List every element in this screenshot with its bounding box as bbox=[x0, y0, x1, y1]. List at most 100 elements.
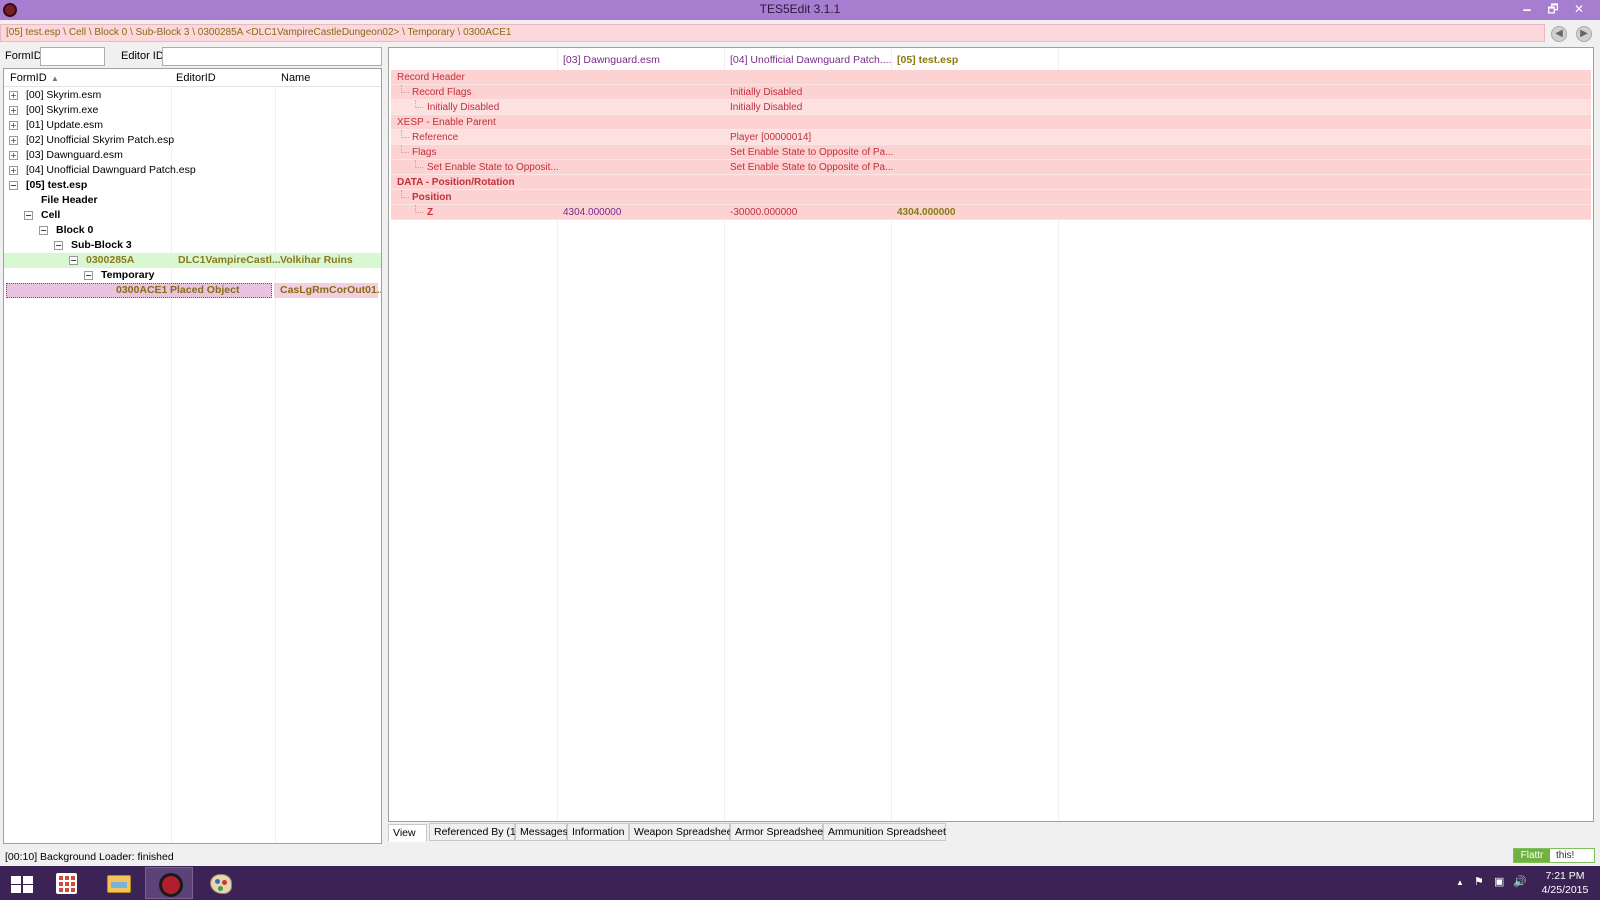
tree-row-editorid: DLC1VampireCastl... bbox=[178, 254, 281, 266]
tree-line bbox=[401, 85, 409, 93]
view-cell-value: 4304.000000 bbox=[897, 207, 956, 218]
taskbar-paint[interactable] bbox=[196, 867, 244, 899]
view-row-initially-disabled[interactable]: Initially Disabled Initially Disabled bbox=[391, 100, 1591, 115]
view-row-label: Set Enable State to Opposit... bbox=[427, 162, 559, 173]
taskbar-apps[interactable] bbox=[43, 867, 91, 899]
view-row-position-rotation[interactable]: DATA - Position/Rotation bbox=[391, 175, 1591, 190]
tree-line bbox=[415, 100, 423, 108]
collapse-icon[interactable]: − bbox=[24, 211, 33, 220]
system-clock[interactable]: 7:21 PM 4/25/2015 bbox=[1535, 869, 1595, 897]
collapse-icon[interactable]: − bbox=[69, 256, 78, 265]
view-row-flags[interactable]: Flags Set Enable State to Opposite of Pa… bbox=[391, 145, 1591, 160]
column-header-dawnguard[interactable]: [03] Dawnguard.esm bbox=[563, 54, 660, 66]
tree-line bbox=[401, 145, 409, 153]
view-row-set-enable-state[interactable]: Set Enable State to Opposit... Set Enabl… bbox=[391, 160, 1591, 175]
column-header-unofficial-dawnguard-patch[interactable]: [04] Unofficial Dawnguard Patch.... bbox=[730, 54, 891, 66]
taskbar: ▲ ⚑ ▣ 🔊 7:21 PM 4/25/2015 bbox=[0, 866, 1600, 900]
collapse-icon[interactable]: − bbox=[9, 181, 18, 190]
tes5edit-icon bbox=[159, 873, 183, 897]
show-hidden-icons-icon[interactable]: ▲ bbox=[1456, 878, 1464, 887]
tree-line bbox=[401, 130, 409, 138]
expand-icon[interactable]: + bbox=[9, 151, 18, 160]
tree-row-label: [01] Update.esm bbox=[26, 119, 104, 131]
tree-row-placed-object[interactable]: 0300ACE1 Placed Object CasLgRmCorOut01..… bbox=[4, 283, 381, 298]
tree-row-label: [04] Unofficial Dawnguard Patch.esp bbox=[26, 164, 196, 176]
view-cell-value: Set Enable State to Opposite of Pa... bbox=[730, 147, 894, 158]
title-bar: TES5Edit 3.1.1 🗕 🗗 ✕ bbox=[0, 0, 1600, 20]
tab-armor-spreadsheet[interactable]: Armor Spreadsheet bbox=[730, 823, 826, 841]
collapse-icon[interactable]: − bbox=[54, 241, 63, 250]
tab-view[interactable]: View bbox=[388, 824, 427, 842]
formid-input[interactable] bbox=[40, 47, 105, 66]
tree-row-label: [00] Skyrim.exe bbox=[26, 104, 99, 116]
view-row-label: XESP - Enable Parent bbox=[397, 117, 496, 128]
volume-icon[interactable]: 🔊 bbox=[1513, 875, 1527, 888]
close-button[interactable]: ✕ bbox=[1566, 0, 1592, 20]
view-row-z[interactable]: Z 4304.000000 -30000.000000 4304.000000 bbox=[391, 205, 1591, 220]
flattr-button[interactable]: Flattr this! bbox=[1513, 848, 1595, 863]
view-row-record-header[interactable]: Record Header bbox=[391, 70, 1591, 85]
editorid-input[interactable] bbox=[162, 47, 382, 66]
tree-row-temporary[interactable]: − Temporary bbox=[4, 268, 381, 283]
paint-palette-icon bbox=[210, 874, 232, 894]
collapse-icon[interactable]: − bbox=[39, 226, 48, 235]
tree-row-formid: 0300ACE1 bbox=[116, 284, 168, 296]
record-view[interactable]: [03] Dawnguard.esm [04] Unofficial Dawng… bbox=[388, 47, 1594, 822]
tree-row-dawnguard-esm[interactable]: + [03] Dawnguard.esm bbox=[4, 148, 381, 163]
tree-row-name: Volkihar Ruins bbox=[280, 254, 353, 266]
network-icon[interactable]: ▣ bbox=[1494, 875, 1504, 888]
tree-row-skyrim-esm[interactable]: + [00] Skyrim.esm bbox=[4, 88, 381, 103]
file-explorer-icon bbox=[107, 875, 131, 893]
taskbar-tes5edit[interactable] bbox=[145, 867, 193, 899]
record-tree[interactable]: FormID ▲ EditorID Name + [00] Skyrim.esm… bbox=[3, 68, 382, 844]
tree-row-label: Temporary bbox=[101, 269, 155, 281]
tree-row-file-header[interactable]: File Header bbox=[4, 193, 381, 208]
tree-row-test-esp[interactable]: − [05] test.esp bbox=[4, 178, 381, 193]
window-title: TES5Edit 3.1.1 bbox=[759, 2, 841, 16]
tab-information[interactable]: Information bbox=[567, 823, 629, 841]
editorid-column-header[interactable]: EditorID bbox=[176, 72, 216, 84]
tree-row-unofficial-skyrim-patch[interactable]: + [02] Unofficial Skyrim Patch.esp bbox=[4, 133, 381, 148]
expand-icon[interactable]: + bbox=[9, 136, 18, 145]
clock-date: 4/25/2015 bbox=[1541, 884, 1589, 896]
restore-button[interactable]: 🗗 bbox=[1540, 0, 1566, 20]
name-column-header[interactable]: Name bbox=[281, 72, 310, 84]
start-button[interactable] bbox=[0, 867, 48, 899]
panel-splitter[interactable] bbox=[382, 47, 387, 845]
taskbar-file-explorer[interactable] bbox=[94, 867, 142, 899]
expand-icon[interactable]: + bbox=[9, 106, 18, 115]
tree-row-cell-record[interactable]: − 0300285A DLC1VampireCastl... Volkihar … bbox=[4, 253, 381, 268]
column-header-test-esp[interactable]: [05] test.esp bbox=[897, 54, 958, 66]
view-row-enable-parent[interactable]: XESP - Enable Parent bbox=[391, 115, 1591, 130]
view-row-position[interactable]: Position bbox=[391, 190, 1591, 205]
view-row-record-flags[interactable]: Record Flags Initially Disabled bbox=[391, 85, 1591, 100]
tree-row-sub-block-3[interactable]: − Sub-Block 3 bbox=[4, 238, 381, 253]
tree-row-skyrim-exe[interactable]: + [00] Skyrim.exe bbox=[4, 103, 381, 118]
tree-row-unofficial-dawnguard-patch[interactable]: + [04] Unofficial Dawnguard Patch.esp bbox=[4, 163, 381, 178]
tree-row-cell[interactable]: − Cell bbox=[4, 208, 381, 223]
tree-row-block-0[interactable]: − Block 0 bbox=[4, 223, 381, 238]
tree-row-label: Block 0 bbox=[56, 224, 94, 236]
tab-referenced-by[interactable]: Referenced By (1) bbox=[429, 823, 519, 841]
minimize-button[interactable]: 🗕 bbox=[1514, 0, 1540, 20]
clock-time: 7:21 PM bbox=[1545, 870, 1585, 882]
flattr-label: Flattr bbox=[1514, 849, 1550, 862]
view-row-label: DATA - Position/Rotation bbox=[397, 177, 515, 188]
expand-icon[interactable]: + bbox=[9, 121, 18, 130]
view-row-reference[interactable]: Reference Player [00000014] bbox=[391, 130, 1591, 145]
tree-row-update-esm[interactable]: + [01] Update.esm bbox=[4, 118, 381, 133]
view-cell-value: -30000.000000 bbox=[730, 207, 798, 218]
back-button[interactable]: ◀ bbox=[1551, 26, 1567, 42]
tab-messages[interactable]: Messages bbox=[515, 823, 568, 841]
expand-icon[interactable]: + bbox=[9, 91, 18, 100]
formid-column-header[interactable]: FormID bbox=[10, 72, 47, 84]
forward-button[interactable]: ▶ bbox=[1576, 26, 1592, 42]
view-row-label: Reference bbox=[412, 132, 459, 143]
action-center-flag-icon[interactable]: ⚑ bbox=[1474, 875, 1484, 888]
expand-icon[interactable]: + bbox=[9, 166, 18, 175]
tab-weapon-spreadsheet[interactable]: Weapon Spreadsheet bbox=[629, 823, 735, 841]
status-bar: [00:10] Background Loader: finished bbox=[0, 848, 1600, 866]
tab-ammunition-spreadsheet[interactable]: Ammunition Spreadsheet bbox=[823, 823, 946, 841]
tree-line bbox=[401, 190, 409, 198]
collapse-icon[interactable]: − bbox=[84, 271, 93, 280]
